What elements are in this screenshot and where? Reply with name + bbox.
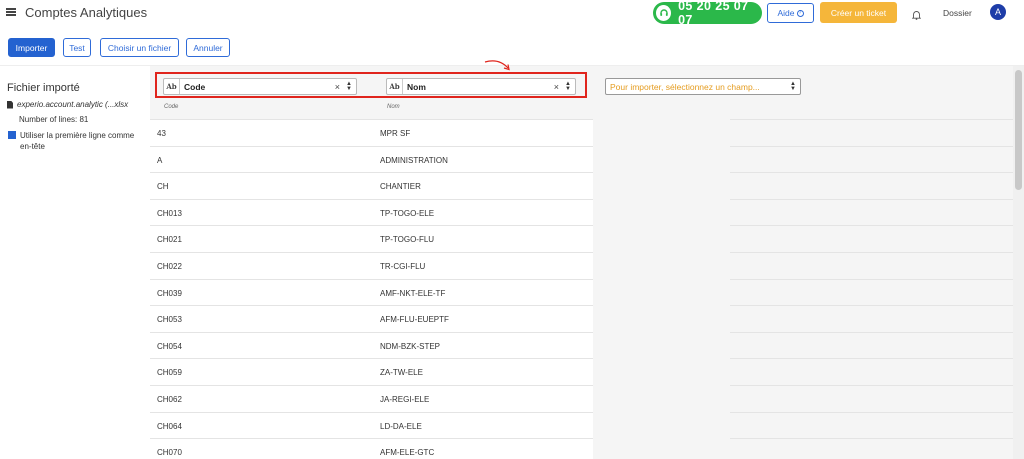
cell-nom: NDM-BZK-STEP [380,341,440,351]
first-row-header-option[interactable]: Utiliser la première ligne comme en-tête [8,130,138,152]
cell-nom: TP-TOGO-ELE [380,208,435,218]
phone-support-badge[interactable]: 05 20 25 07 07 [653,0,762,27]
cell-code: CH013 [157,208,182,218]
annotation-arrow-icon [484,60,510,71]
cell-code: CH [157,182,169,192]
source-column-label-col2: Nom [387,104,400,110]
first-row-header-checkbox[interactable] [8,131,16,139]
create-ticket-button[interactable]: Créer un ticket [820,2,897,23]
cell-nom: ADMINISTRATION [380,155,448,165]
help-button[interactable]: Aide ? [767,3,814,23]
sidebar-title: Fichier importé [7,82,80,94]
cell-code: CH053 [157,315,182,325]
cell-code: CH039 [157,288,182,298]
top-bar: Comptes Analytiques 05 20 25 07 07 Aide … [0,0,1024,27]
field-select-col2[interactable]: Ab Nom × ▲ ▼ [386,78,576,95]
import-preview-area: Ab Code × ▲ ▼ Code Ab Nom × ▲ ▼ Nom Pour i… [150,60,1013,459]
field-select-col1-value: Code [184,81,206,92]
bell-icon[interactable] [911,7,922,25]
cell-code: CH059 [157,368,182,378]
dossier-menu[interactable]: Dossier [943,8,972,18]
cell-code: CH022 [157,262,182,271]
row-divider [730,278,1013,280]
row-divider [730,198,1013,200]
cell-nom: AFM-ELE-GTC [380,448,435,458]
text-type-icon: Ab [387,79,403,94]
file-name: experio.account.analytic (...xlsx [17,100,129,109]
vertical-scrollbar[interactable] [1013,66,1024,459]
cell-code: A [157,155,163,165]
column-mapping-header: Ab Code × ▲ ▼ Code Ab Nom × ▲ ▼ Nom Pour i… [150,60,1013,119]
row-divider [730,385,1013,386]
clear-icon[interactable]: × [335,82,340,92]
cancel-button[interactable]: Annuler [186,38,230,57]
cell-code: CH064 [157,421,182,431]
file-icon [7,100,13,109]
choose-file-button[interactable]: Choisir un fichier [100,38,179,57]
field-select-col3-placeholder: Pour importer, sélectionnez un champ... [610,81,760,92]
cell-nom: AFM-FLU-EUEPTF [380,315,449,325]
cell-nom: JA-REGI-ELE [380,395,430,404]
cell-nom: CHANTIER [380,182,421,192]
import-button[interactable]: Importer [8,38,55,57]
source-column-label-col1: Code [164,104,179,110]
row-divider [730,145,1013,147]
phone-number: 05 20 25 07 07 [678,0,749,27]
clear-icon[interactable]: × [554,82,559,92]
cell-code: CH070 [157,448,182,458]
cell-nom: AMF-NKT-ELE-TF [380,288,446,298]
field-select-col2-value: Nom [407,81,426,92]
help-label: Aide [777,8,795,18]
question-icon: ? [796,9,804,17]
headset-icon [656,5,672,21]
cell-code: CH062 [157,395,182,404]
first-row-header-label: Utiliser la première ligne comme en-tête [20,131,135,151]
cell-code: CH054 [157,341,182,351]
row-divider [730,172,1013,174]
imported-file: experio.account.analytic (...xlsx [7,100,128,109]
cell-nom: TR-CGI-FLU [380,262,426,271]
import-sidebar: Fichier importé experio.account.analytic… [0,66,150,459]
row-divider [730,305,1013,307]
field-select-col1[interactable]: Ab Code × ▲ ▼ [163,78,357,95]
row-divider [730,119,1013,120]
row-divider [730,252,1013,253]
cell-code: 43 [157,129,166,138]
avatar[interactable]: A [990,4,1006,20]
select-arrows-icon[interactable]: ▲ ▼ [345,81,353,92]
select-arrows-icon[interactable]: ▲ ▼ [564,81,572,92]
row-divider [730,331,1013,333]
cell-nom: ZA-TW-ELE [380,368,423,378]
menu-icon[interactable] [6,8,16,16]
cell-nom: TP-TOGO-FLU [380,235,435,245]
text-type-icon: Ab [164,79,180,94]
row-divider [730,358,1013,360]
cell-nom: MPR SF [380,129,411,138]
page-title: Comptes Analytiques [25,5,148,20]
line-count: Number of lines: 81 [19,115,89,124]
field-select-col3[interactable]: Pour importer, sélectionnez un champ... … [605,78,801,95]
row-divider [730,438,1013,440]
test-button[interactable]: Test [63,38,91,57]
row-divider [730,225,1013,227]
unmapped-column [593,119,730,459]
cell-nom: LD-DA-ELE [380,421,422,431]
scrollbar-thumb[interactable] [1015,70,1022,190]
select-arrows-icon[interactable]: ▲ ▼ [789,81,797,92]
row-divider [730,411,1013,413]
cell-code: CH021 [157,235,182,245]
